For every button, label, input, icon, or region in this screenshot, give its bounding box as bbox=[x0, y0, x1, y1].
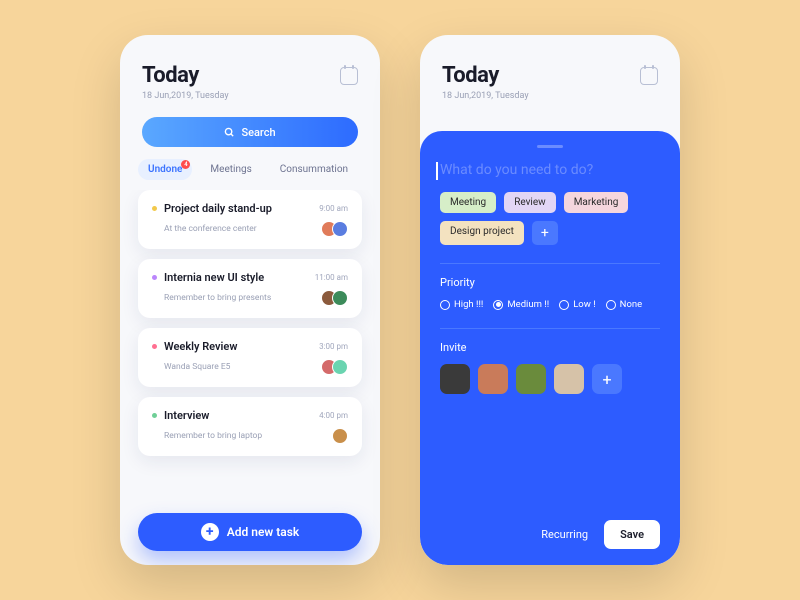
task-subtitle: At the conference center bbox=[152, 224, 257, 234]
add-task-label: Add new task bbox=[227, 525, 300, 539]
priority-medium[interactable]: Medium !! bbox=[493, 299, 549, 310]
text-cursor bbox=[436, 162, 438, 180]
task-avatars bbox=[321, 290, 348, 306]
recurring-button[interactable]: Recurring bbox=[541, 528, 588, 541]
tab-consummation[interactable]: Consummation bbox=[270, 159, 358, 180]
screen-new-task: Today 18 Jun,2019, Tuesday What do you n… bbox=[420, 35, 680, 565]
task-time: 3:00 pm bbox=[319, 342, 348, 351]
task-title: Interview bbox=[164, 409, 209, 422]
search-button[interactable]: Search bbox=[142, 117, 358, 147]
add-tag-button[interactable]: + bbox=[532, 221, 558, 245]
priority-low[interactable]: Low ! bbox=[559, 299, 595, 310]
task-avatars bbox=[332, 428, 348, 444]
invitee-avatar[interactable] bbox=[554, 364, 584, 394]
save-button[interactable]: Save bbox=[604, 520, 660, 549]
avatar bbox=[332, 290, 348, 306]
tab-undone[interactable]: Undone 4 bbox=[138, 159, 192, 180]
tabs: Undone 4 Meetings Consummation bbox=[120, 159, 380, 190]
invitee-avatar[interactable] bbox=[478, 364, 508, 394]
header: Today 18 Jun,2019, Tuesday bbox=[420, 35, 680, 111]
page-title: Today bbox=[442, 63, 529, 88]
task-card[interactable]: Weekly Review 3:00 pm Wanda Square E5 bbox=[138, 328, 362, 387]
task-avatars bbox=[321, 359, 348, 375]
avatar bbox=[332, 428, 348, 444]
task-input[interactable]: What do you need to do? bbox=[440, 162, 660, 178]
page-date: 18 Jun,2019, Tuesday bbox=[142, 91, 229, 101]
page-title: Today bbox=[142, 63, 229, 88]
search-icon bbox=[224, 127, 235, 138]
tab-meetings[interactable]: Meetings bbox=[200, 159, 261, 180]
add-invitee-button[interactable]: + bbox=[592, 364, 622, 394]
invitee-avatar[interactable] bbox=[516, 364, 546, 394]
task-time: 4:00 pm bbox=[319, 411, 348, 420]
header: Today 18 Jun,2019, Tuesday bbox=[120, 35, 380, 111]
invite-row: + bbox=[440, 364, 660, 394]
screen-tasks: Today 18 Jun,2019, Tuesday Search Undone… bbox=[120, 35, 380, 565]
task-subtitle: Wanda Square E5 bbox=[152, 362, 230, 372]
task-input-placeholder: What do you need to do? bbox=[440, 162, 593, 178]
drag-handle[interactable] bbox=[537, 145, 563, 148]
tag-chip[interactable]: Meeting bbox=[440, 192, 496, 213]
add-task-button[interactable]: + Add new task bbox=[138, 513, 362, 551]
tag-chip[interactable]: Design project bbox=[440, 221, 524, 245]
tag-chip[interactable]: Review bbox=[504, 192, 556, 213]
new-task-sheet: What do you need to do? Meeting Review Mar… bbox=[420, 131, 680, 565]
task-card[interactable]: Interview 4:00 pm Remember to bring laptop bbox=[138, 397, 362, 456]
task-title: Project daily stand-up bbox=[164, 202, 272, 215]
divider bbox=[440, 328, 660, 329]
priority-none[interactable]: None bbox=[606, 299, 642, 310]
undone-badge: 4 bbox=[181, 160, 190, 169]
calendar-icon[interactable] bbox=[340, 67, 358, 85]
search-label: Search bbox=[241, 126, 275, 139]
task-subtitle: Remember to bring presents bbox=[152, 293, 271, 303]
task-title: Internia new UI style bbox=[164, 271, 264, 284]
priority-high[interactable]: High !!! bbox=[440, 299, 483, 310]
divider bbox=[440, 263, 660, 264]
task-list: Project daily stand-up 9:00 am At the conf… bbox=[120, 190, 380, 565]
plus-icon: + bbox=[201, 523, 219, 541]
avatar bbox=[332, 359, 348, 375]
priority-options: High !!! Medium !! Low ! None bbox=[440, 299, 660, 310]
page-date: 18 Jun,2019, Tuesday bbox=[442, 91, 529, 101]
invite-title: Invite bbox=[440, 341, 660, 354]
tag-chip[interactable]: Marketing bbox=[564, 192, 629, 213]
calendar-icon[interactable] bbox=[640, 67, 658, 85]
task-title: Weekly Review bbox=[164, 340, 237, 353]
tag-row: Meeting Review Marketing Design project + bbox=[440, 192, 660, 245]
task-time: 9:00 am bbox=[319, 204, 348, 213]
sheet-actions: Recurring Save bbox=[440, 520, 660, 549]
task-card[interactable]: Project daily stand-up 9:00 am At the conf… bbox=[138, 190, 362, 249]
task-card[interactable]: Internia new UI style 11:00 am Remember to… bbox=[138, 259, 362, 318]
priority-title: Priority bbox=[440, 276, 660, 289]
invitee-avatar[interactable] bbox=[440, 364, 470, 394]
avatar bbox=[332, 221, 348, 237]
task-avatars bbox=[321, 221, 348, 237]
tab-undone-label: Undone bbox=[148, 164, 182, 175]
task-time: 11:00 am bbox=[315, 273, 348, 282]
task-subtitle: Remember to bring laptop bbox=[152, 431, 262, 441]
